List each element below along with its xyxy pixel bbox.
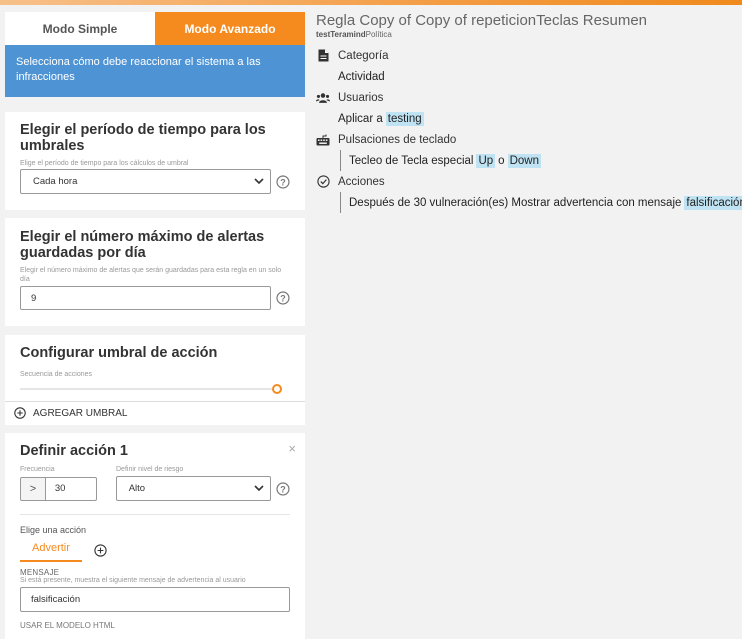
svg-text:?: ? (280, 484, 285, 494)
divider (5, 401, 305, 402)
svg-text:?: ? (280, 177, 285, 187)
slider-handle[interactable] (272, 384, 282, 394)
max-alerts-hint: Elegir el número máximo de alertas que s… (20, 267, 282, 283)
apply-to-label: Aplicar a (338, 112, 383, 125)
chevron-down-icon (254, 485, 264, 492)
keystrokes-header-label: Pulsaciones de teclado (338, 133, 457, 146)
threshold-title: Configurar umbral de acción (20, 345, 218, 361)
chevron-down-icon (254, 178, 264, 185)
frequency-input[interactable]: 30 (45, 476, 97, 501)
tab-warn-action[interactable]: Advertir (20, 538, 82, 562)
message-hint: Si está presente, muestra el siguiente m… (20, 577, 246, 584)
html-template-label: USAR EL MODELO HTML (20, 621, 115, 630)
slider-track (20, 388, 276, 390)
risk-level-select[interactable]: Alto (115, 476, 272, 501)
max-alerts-input[interactable]: 9 (20, 286, 272, 310)
risk-level-label: Definir nivel de riesgo (116, 466, 184, 473)
document-icon (316, 49, 330, 63)
action-title: Definir acción 1 (20, 443, 128, 459)
summary-users-header: Usuarios (316, 87, 742, 108)
period-card: Elegir el período de tiempo para los umb… (5, 112, 305, 210)
actions-header-label: Acciones (338, 175, 385, 188)
category-header-label: Categoría (338, 49, 389, 62)
period-title: Elegir el período de tiempo para los umb… (20, 122, 266, 154)
category-value: Actividad (338, 70, 385, 83)
tab-advanced-mode[interactable]: Modo Avanzado (155, 12, 305, 45)
threshold-slider[interactable] (20, 384, 282, 394)
users-icon (316, 91, 330, 105)
max-alerts-card: Elegir el número máximo de alertas guard… (5, 218, 305, 326)
action-message-tag: falsificación (684, 195, 742, 210)
summary-list: Categoría Actividad Usuarios Aplicar a te… (316, 45, 742, 213)
frequency-label: Frecuencia (20, 466, 55, 473)
rule-subline: testTeramindPolítica (316, 30, 742, 39)
help-icon[interactable]: ? (276, 174, 290, 189)
key-tag-up: Up (476, 153, 496, 168)
key-tag-down: Down (507, 153, 541, 168)
help-icon[interactable]: ? (276, 481, 290, 496)
add-action-icon[interactable] (94, 543, 107, 557)
tab-simple-mode[interactable]: Modo Simple (5, 12, 155, 45)
owner-name: testTeramind (316, 30, 366, 39)
rule-summary-title: Regla Copy of Copy of repeticionTeclas R… (316, 12, 648, 29)
threshold-card: Configurar umbral de acción Secuencia de… (5, 335, 305, 425)
action-text: Después de 30 vulneración(es) Mostrar ad… (349, 196, 682, 209)
help-icon[interactable]: ? (276, 291, 290, 305)
frequency-stepper-button[interactable]: > (20, 476, 46, 501)
check-circle-icon (316, 175, 330, 189)
close-icon[interactable]: × (288, 441, 296, 456)
keystroke-condition: Tecleo de Tecla especial Up o Down (340, 150, 742, 171)
add-circle-icon (14, 407, 26, 419)
message-label: MENSAJE (20, 568, 60, 577)
summary-actions-header: Acciones (316, 171, 742, 192)
add-threshold-button[interactable]: AGREGAR UMBRAL (14, 407, 127, 419)
policy-label: Política (365, 30, 392, 39)
max-alerts-title: Elegir el número máximo de alertas guard… (20, 229, 265, 261)
keystroke-text: Tecleo de Tecla especial (349, 154, 474, 167)
period-hint: Elige el período de tiempo para los cálc… (20, 160, 189, 167)
summary-keystrokes-header: Pulsaciones de teclado (316, 129, 742, 150)
mode-tabs: Modo Simple Modo Avanzado (5, 12, 305, 45)
add-threshold-label: AGREGAR UMBRAL (33, 407, 128, 419)
period-select[interactable]: Cada hora (20, 169, 272, 194)
left-panel: Modo Simple Modo Avanzado Selecciona cóm… (5, 12, 305, 97)
summary-panel: Regla Copy of Copy of repeticionTeclas R… (316, 12, 742, 213)
key-or-text: o (498, 154, 505, 167)
action-card: Definir acción 1 × Frecuencia Definir ni… (5, 433, 305, 639)
choose-action-label: Elige una acción (20, 525, 87, 535)
period-select-value: Cada hora (33, 176, 78, 187)
info-banner: Selecciona cómo debe reaccionar el siste… (5, 45, 305, 97)
apply-to-row: Aplicar a testing (316, 108, 742, 129)
risk-level-value: Alto (128, 483, 146, 494)
apply-target-tag: testing (385, 111, 424, 126)
action-condition: Después de 30 vulneración(es) Mostrar ad… (340, 192, 742, 213)
threshold-hint: Secuencia de acciones (20, 371, 92, 378)
svg-text:?: ? (280, 293, 285, 303)
top-accent-bar (0, 0, 742, 5)
keyboard-icon (316, 133, 330, 147)
users-header-label: Usuarios (338, 91, 384, 104)
summary-category-header: Categoría (316, 45, 742, 66)
divider (20, 514, 290, 515)
message-input[interactable]: falsificación (20, 587, 290, 612)
